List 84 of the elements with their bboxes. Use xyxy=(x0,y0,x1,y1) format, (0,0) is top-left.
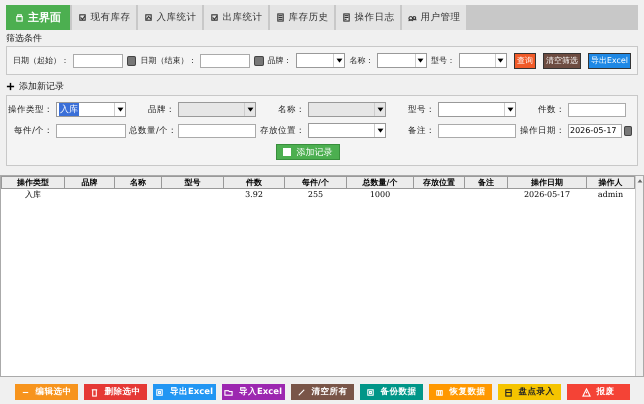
field-label: 操作类型： xyxy=(7,104,53,116)
table-cell: 1000 xyxy=(346,188,414,200)
input-field[interactable] xyxy=(178,124,256,138)
column-header[interactable]: 存放位置 xyxy=(414,176,464,188)
field-label: 备注： xyxy=(407,124,435,136)
filter-button[interactable]: 清空筛选 xyxy=(542,52,581,68)
image-icon xyxy=(210,13,218,22)
action-button[interactable]: 导入Excel xyxy=(222,384,284,400)
tab[interactable]: 入库统计 xyxy=(138,5,202,30)
action-button[interactable]: 清空所有 xyxy=(290,384,354,400)
filter-button[interactable]: 导出Excel xyxy=(588,52,632,68)
caret-icon xyxy=(497,57,504,64)
table-cell: admin xyxy=(586,188,634,200)
date-field[interactable]: 2026-05-17 xyxy=(568,124,622,138)
field-label: 件数： xyxy=(537,104,565,116)
field-label: 日期（结束）： xyxy=(140,55,196,66)
field-label: 品牌： xyxy=(268,55,292,66)
section-title: 筛选条件 xyxy=(6,32,43,46)
field-label: 型号： xyxy=(430,55,455,66)
calendar-icon[interactable] xyxy=(127,56,136,66)
field-label: 总数量/个： xyxy=(129,124,175,136)
column-header[interactable]: 型号 xyxy=(162,176,224,188)
date-field[interactable] xyxy=(73,54,123,68)
tab[interactable]: 出库统计 xyxy=(204,5,268,30)
tab[interactable]: 用户管理 xyxy=(402,5,466,30)
tab[interactable]: 操作日志 xyxy=(336,5,400,30)
column-header[interactable]: 备注 xyxy=(464,176,508,188)
field-label: 名称： xyxy=(349,55,374,66)
column-header[interactable]: 操作日期 xyxy=(508,176,586,188)
export-icon xyxy=(154,388,164,396)
table-cell: 3.92 xyxy=(224,188,284,200)
dropdown[interactable] xyxy=(377,53,427,68)
table-cell: 2026-05-17 xyxy=(508,188,586,200)
caret-icon xyxy=(336,57,343,64)
table-cell: 255 xyxy=(284,188,346,200)
action-button[interactable]: 备份数据 xyxy=(360,384,422,400)
column-header[interactable]: 每件/个 xyxy=(284,176,346,188)
dropdown[interactable] xyxy=(458,53,507,68)
caret-icon xyxy=(506,106,514,113)
column-header[interactable]: 操作类型 xyxy=(2,176,64,188)
field-label: 每件/个： xyxy=(13,124,53,136)
backup-icon xyxy=(366,388,374,396)
field-label: 存放位置： xyxy=(259,124,305,136)
warning-icon xyxy=(582,388,590,396)
dropdown[interactable] xyxy=(308,123,386,138)
plus-icon[interactable] xyxy=(6,82,15,91)
action-button[interactable]: 删除选中 xyxy=(84,384,146,400)
column-header[interactable]: 总数量/个 xyxy=(346,176,414,188)
tab[interactable]: 现有库存 xyxy=(72,5,136,30)
folder-icon xyxy=(224,388,233,396)
caret-icon xyxy=(376,127,384,134)
home-icon xyxy=(15,13,24,22)
date-field[interactable] xyxy=(200,54,250,68)
tab[interactable]: 库存历史 xyxy=(270,5,334,30)
action-button[interactable]: 报废 xyxy=(566,384,630,400)
calendar-icon[interactable] xyxy=(624,126,632,136)
input-field[interactable] xyxy=(568,102,626,116)
dropdown[interactable] xyxy=(438,102,516,117)
column-header[interactable]: 操作人 xyxy=(586,176,634,188)
trash-icon xyxy=(90,388,98,396)
list-icon xyxy=(276,13,284,22)
column-header[interactable]: 品牌 xyxy=(64,176,114,188)
caret-icon xyxy=(116,106,124,113)
caret-icon xyxy=(246,106,254,113)
caret-icon xyxy=(417,57,424,64)
users-icon xyxy=(408,13,416,22)
field-label: 型号： xyxy=(407,104,435,116)
input-field[interactable] xyxy=(56,124,126,138)
caret-icon xyxy=(376,106,384,113)
input-field[interactable] xyxy=(438,124,516,138)
field-label: 名称： xyxy=(277,104,305,116)
list-icon xyxy=(342,13,350,22)
column-header[interactable]: 名称 xyxy=(114,176,162,188)
column-header[interactable]: 件数 xyxy=(224,176,284,188)
section-title: 添加新记录 xyxy=(19,80,64,93)
field-label: 品牌： xyxy=(147,104,175,116)
field-label: 操作日期： xyxy=(519,124,565,136)
action-button[interactable]: 盘点录入 xyxy=(498,384,560,400)
dropdown[interactable]: 入库 xyxy=(56,102,126,117)
dropdown[interactable] xyxy=(296,53,346,68)
table-cell: 入库 xyxy=(2,188,64,200)
calendar-icon[interactable] xyxy=(254,56,264,66)
scroll-up-icon xyxy=(636,178,642,184)
field-label: 日期（起始）： xyxy=(13,55,69,66)
